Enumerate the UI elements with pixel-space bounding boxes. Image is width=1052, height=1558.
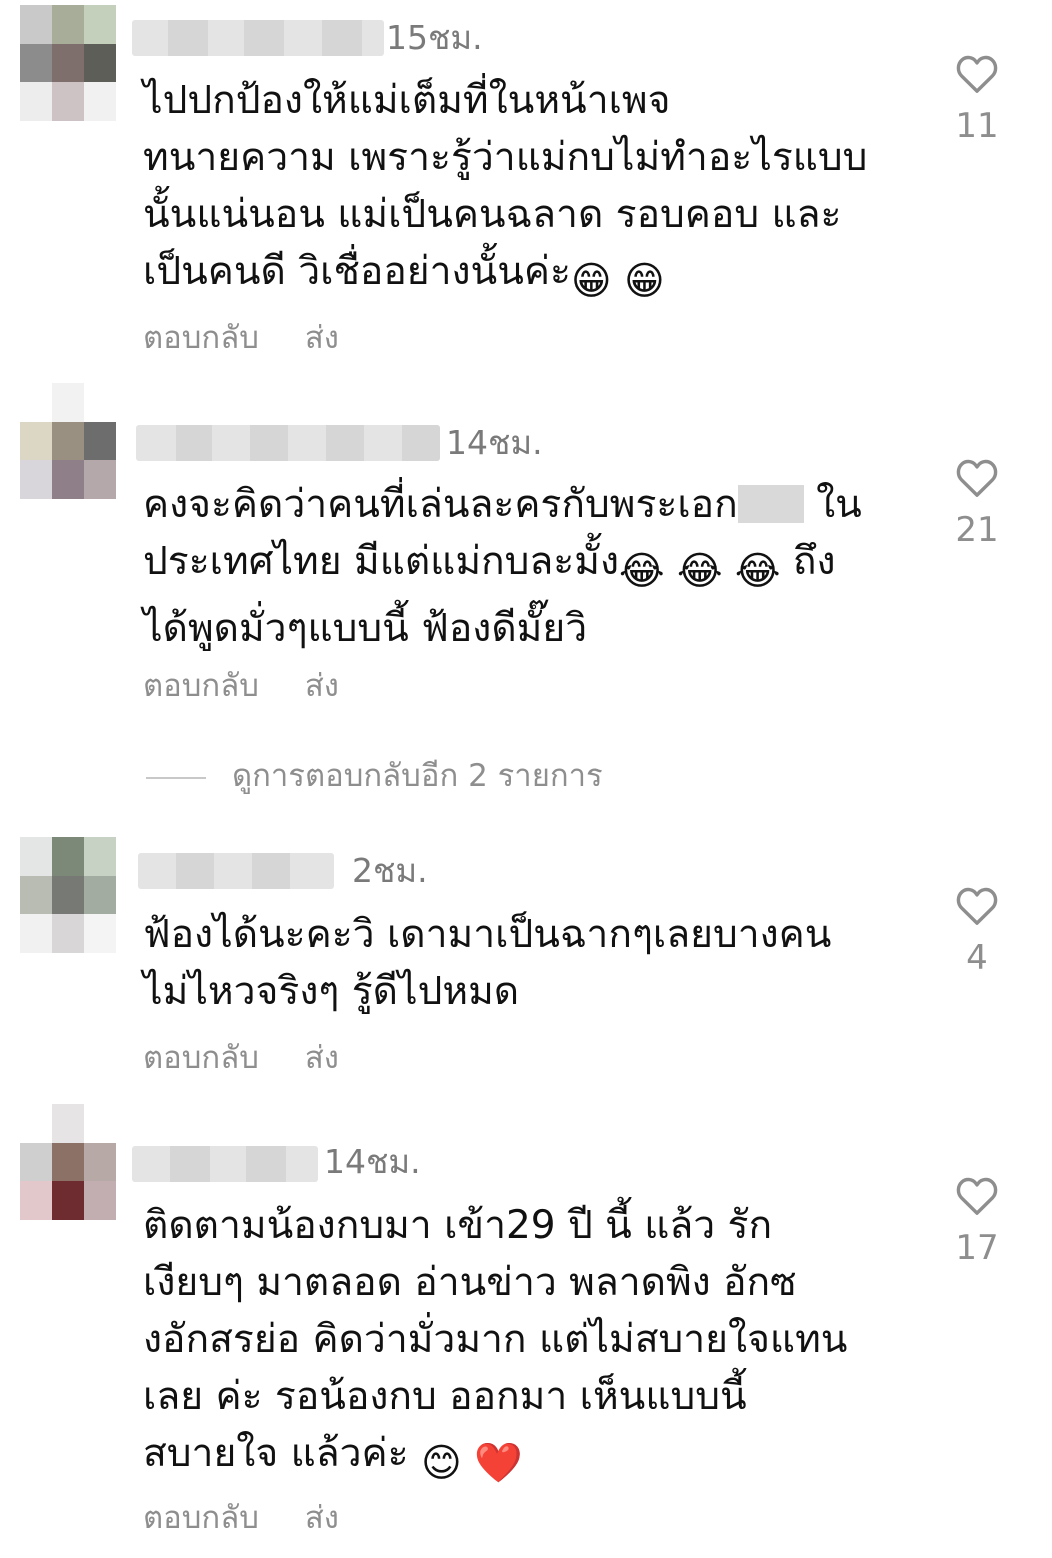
view-replies-label: ดูการตอบกลับอีก 2 รายการ (232, 758, 603, 794)
like-control: 17 (946, 1174, 1008, 1268)
like-count: 11 (955, 106, 999, 146)
comment-time: 15ชม. (386, 18, 483, 57)
comment-text: ติดตามน้องกบมา เข้า29 ปี นี้ แล้ว รัก เง… (143, 1197, 903, 1492)
like-count: 21 (955, 510, 999, 550)
username-redacted[interactable] (132, 1146, 318, 1182)
avatar[interactable] (20, 837, 116, 953)
comment-actions: ตอบกลับ ส่ง (143, 666, 385, 706)
comment-text: ฟ้องได้นะคะวิ เดามาเป็นฉากๆเลยบางคน ไม่ไ… (143, 912, 832, 1014)
like-control: 21 (946, 456, 1008, 550)
comment-actions: ตอบกลับ ส่ง (143, 1498, 385, 1538)
send-button[interactable]: ส่ง (305, 666, 339, 706)
avatar[interactable] (20, 1104, 116, 1220)
reply-button[interactable]: ตอบกลับ (143, 318, 259, 358)
like-control: 11 (946, 52, 1008, 146)
like-control: 4 (946, 884, 1008, 978)
reply-button[interactable]: ตอบกลับ (143, 1038, 259, 1078)
send-button[interactable]: ส่ง (305, 1038, 339, 1078)
replies-divider (146, 776, 206, 779)
tears-of-joy-emoji: 😂 😂 😂 (619, 549, 781, 594)
heart-outline-icon[interactable] (954, 884, 1000, 926)
view-more-replies[interactable]: ดูการตอบกลับอีก 2 รายการ (146, 754, 603, 798)
comment-time: 14ชม. (324, 1142, 421, 1181)
comment-text: ไปปกป้องให้แม่เต็มที่ในหน้าเพจ ทนายความ … (143, 72, 903, 310)
comment-time: 14ชม. (446, 423, 543, 462)
username-redacted[interactable] (138, 853, 334, 889)
like-count: 17 (955, 1228, 999, 1268)
like-count: 4 (966, 938, 988, 978)
heart-outline-icon[interactable] (954, 1174, 1000, 1216)
smiling-face-and-heart-emoji: 😊 ❤️ (420, 1441, 523, 1486)
heart-outline-icon[interactable] (954, 52, 1000, 94)
comment-actions: ตอบกลับ ส่ง (143, 318, 385, 358)
avatar[interactable] (20, 383, 116, 499)
heart-outline-icon[interactable] (954, 456, 1000, 498)
reply-button[interactable]: ตอบกลับ (143, 1498, 259, 1538)
send-button[interactable]: ส่ง (305, 1498, 339, 1538)
username-redacted[interactable] (132, 20, 384, 56)
grinning-face-emoji: 😁 😁 (570, 259, 665, 304)
redacted-name (737, 485, 804, 523)
username-redacted[interactable] (136, 425, 440, 461)
comment-actions: ตอบกลับ ส่ง (143, 1038, 385, 1078)
reply-button[interactable]: ตอบกลับ (143, 666, 259, 706)
comment-time: 2ชม. (352, 851, 428, 890)
comment-text: คงจะคิดว่าคนที่เล่นละครกับพระเอก ใน ประเ… (143, 482, 862, 651)
send-button[interactable]: ส่ง (305, 318, 339, 358)
avatar[interactable] (20, 5, 116, 121)
